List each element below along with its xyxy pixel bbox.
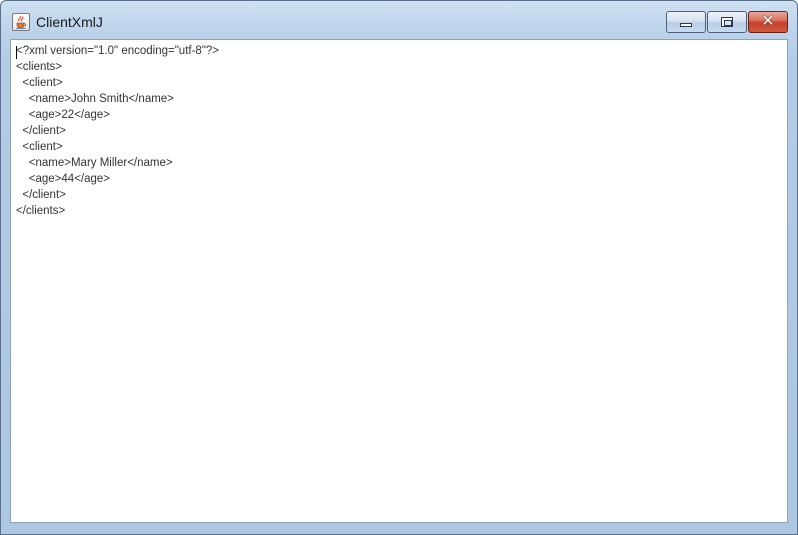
xml-line: <name>Mary Miller</name>: [16, 157, 173, 169]
xml-line: <client>: [16, 77, 63, 89]
minimize-button[interactable]: [666, 11, 706, 33]
minimize-icon: [680, 23, 692, 27]
xml-line: <age>44</age>: [16, 173, 111, 185]
xml-line: </client>: [16, 125, 66, 137]
app-window: ClientXmlJ ✕ <?xml version="1.0" encodin…: [0, 0, 798, 535]
content-pane: <?xml version="1.0" encoding="utf-8"?> <…: [10, 39, 788, 523]
java-cup-icon[interactable]: [12, 13, 30, 31]
xml-line: <clients>: [16, 61, 63, 73]
title-bar[interactable]: ClientXmlJ ✕: [1, 1, 797, 39]
maximize-button[interactable]: [707, 11, 747, 33]
xml-line: <?xml version="1.0" encoding="utf-8"?>: [16, 45, 220, 57]
close-button[interactable]: ✕: [748, 11, 788, 33]
xml-line: </clients>: [16, 205, 66, 217]
xml-line: <age>22</age>: [16, 109, 111, 121]
xml-text-area[interactable]: <?xml version="1.0" encoding="utf-8"?> <…: [14, 43, 784, 519]
xml-line: <client>: [16, 141, 63, 153]
maximize-icon: [721, 17, 733, 27]
window-title: ClientXmlJ: [36, 14, 103, 30]
xml-line: </client>: [16, 189, 66, 201]
close-icon: ✕: [761, 13, 775, 30]
xml-line: <name>John Smith</name>: [16, 93, 174, 105]
